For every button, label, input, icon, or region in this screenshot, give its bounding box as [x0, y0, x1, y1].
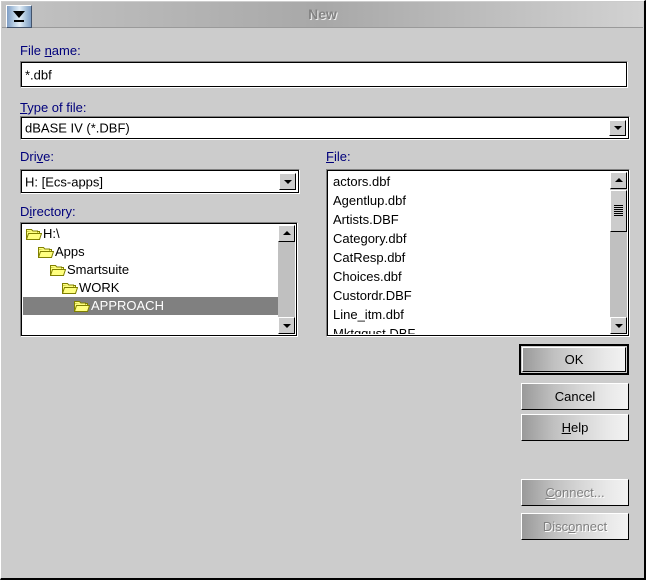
help-button-label: Help [561, 420, 589, 435]
chevron-down-icon[interactable] [279, 173, 296, 190]
connect-button-label: Connect... [545, 485, 605, 500]
file-list[interactable]: actors.dbf Agentlup.dbf Artists.DBF Categor… [326, 169, 630, 337]
file-list-item[interactable]: Artists.DBF [329, 210, 610, 229]
folder-icon [74, 300, 90, 312]
cancel-button-label: Cancel [554, 389, 596, 404]
file-scroll-thumb[interactable] [610, 190, 627, 232]
file-name-input[interactable]: *.dbf [20, 61, 628, 88]
directory-item[interactable]: H:\ [23, 225, 278, 243]
drive-combo[interactable]: H: [Ecs-apps] [20, 169, 300, 194]
new-file-dialog: New File name: *.dbf Type of file: dBASE… [0, 0, 646, 580]
file-name-value: *.dbf [25, 67, 52, 82]
file-list-item[interactable]: CatResp.dbf [329, 248, 610, 267]
file-list-items: actors.dbf Agentlup.dbf Artists.DBF Categor… [329, 172, 610, 334]
directory-item[interactable]: APPROACH [23, 297, 278, 315]
file-list-item[interactable]: Category.dbf [329, 229, 610, 248]
type-of-file-value: dBASE IV (*.DBF) [25, 120, 130, 136]
title-bar: New [2, 2, 643, 28]
directory-label: Directory: [20, 204, 76, 219]
directory-tree[interactable]: H:\ Apps Smartsuite WORK APPROACH [20, 222, 298, 337]
file-list-item[interactable]: Choices.dbf [329, 267, 610, 286]
drive-value: H: [Ecs-apps] [25, 174, 104, 189]
directory-scroll-down-button[interactable] [278, 317, 295, 334]
disconnect-button[interactable]: Disconnect [521, 513, 629, 540]
folder-icon [50, 264, 66, 276]
directory-tree-items: H:\ Apps Smartsuite WORK APPROACH [23, 225, 278, 334]
file-name-label: File name: [20, 43, 81, 58]
ok-button-label: OK [564, 352, 584, 367]
file-list-item[interactable]: Mktgqust.DBF [329, 324, 610, 334]
folder-icon [26, 228, 42, 240]
ok-button[interactable]: OK [519, 344, 629, 375]
directory-item-label: WORK [79, 280, 120, 295]
file-scroll-down-button[interactable] [610, 317, 627, 334]
directory-scroll-track[interactable] [278, 242, 295, 317]
file-list-item[interactable]: Line_itm.dbf [329, 305, 610, 324]
directory-item-label: APPROACH [91, 298, 164, 313]
file-scroll-up-button[interactable] [610, 172, 627, 189]
directory-item[interactable]: Apps [23, 243, 278, 261]
drive-label: Drive: [20, 149, 54, 164]
folder-icon [62, 282, 78, 294]
directory-item[interactable]: Smartsuite [23, 261, 278, 279]
file-list-item[interactable]: Agentlup.dbf [329, 191, 610, 210]
directory-item-label: Smartsuite [67, 262, 130, 277]
window-title: New [308, 6, 337, 22]
file-list-item[interactable]: Custordr.DBF [329, 286, 610, 305]
disconnect-button-label: Disconnect [542, 519, 608, 534]
directory-scroll-up-button[interactable] [278, 225, 295, 242]
chevron-down-icon[interactable] [609, 120, 626, 136]
folder-icon [38, 246, 54, 258]
help-button[interactable]: Help [521, 414, 629, 441]
directory-item-label: Apps [55, 244, 85, 259]
directory-item[interactable]: WORK [23, 279, 278, 297]
connect-button[interactable]: Connect... [521, 479, 629, 506]
directory-item-label: H:\ [43, 226, 60, 241]
file-list-scrollbar[interactable] [610, 172, 627, 334]
type-of-file-combo[interactable]: dBASE IV (*.DBF) [20, 116, 630, 140]
cancel-button[interactable]: Cancel [521, 383, 629, 410]
file-list-label: File: [326, 149, 351, 164]
directory-scrollbar[interactable] [278, 225, 295, 334]
type-of-file-label: Type of file: [20, 100, 87, 115]
file-list-item[interactable]: actors.dbf [329, 172, 610, 191]
